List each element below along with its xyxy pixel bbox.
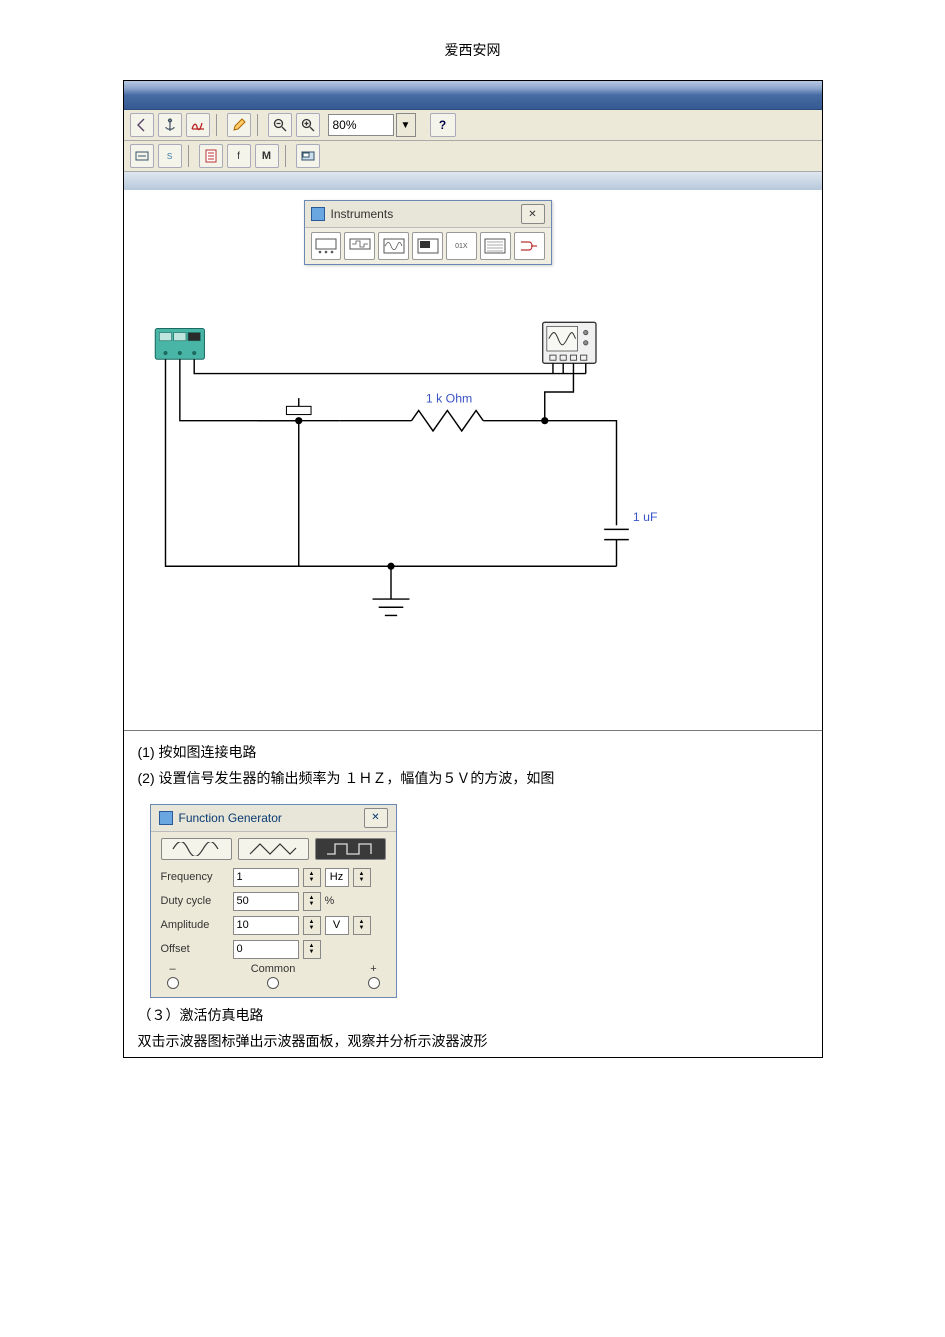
toolbar-separator xyxy=(216,114,221,136)
fg-duty-label: Duty cycle xyxy=(161,895,229,907)
fg-terminals: – Common + xyxy=(151,961,396,997)
toolbar-separator xyxy=(257,114,262,136)
wave-triangle-button[interactable] xyxy=(238,838,309,860)
spinner-icon[interactable]: ▲▼ xyxy=(303,892,321,911)
space-icon[interactable]: S xyxy=(158,144,182,168)
func-generator-symbol[interactable] xyxy=(155,328,204,359)
fg-terminal-plus[interactable]: + xyxy=(368,963,380,989)
fg-parameters: Frequency 1 ▲▼ Hz ▲▼ Duty cycle 50 ▲▼ % … xyxy=(151,864,396,961)
function-generator-dialog[interactable]: Function Generator ✕ Frequency 1 ▲▼ xyxy=(150,804,397,998)
fg-offset-label: Offset xyxy=(161,943,229,955)
instruments-body: 01X xyxy=(305,228,551,264)
fg-amp-label: Amplitude xyxy=(161,919,229,931)
fg-duty-input[interactable]: 50 xyxy=(233,892,299,911)
tabm-icon[interactable]: M xyxy=(255,144,279,168)
fg-plus-label: + xyxy=(370,963,376,975)
fg-waveform-row xyxy=(151,832,396,864)
spinner-icon[interactable]: ▲▼ xyxy=(353,916,371,935)
page-header: 爱西安网 xyxy=(0,40,945,60)
schematic-canvas[interactable]: Instruments ✕ 01X xyxy=(124,190,822,730)
radio-icon[interactable] xyxy=(167,977,179,989)
spinner-icon[interactable]: ▲▼ xyxy=(303,940,321,959)
fg-offset-input[interactable]: 0 xyxy=(233,940,299,959)
wave-square-button[interactable] xyxy=(315,838,386,860)
toolbar-separator xyxy=(188,145,193,167)
fg-freq-label: Frequency xyxy=(161,871,229,883)
edit-icon[interactable] xyxy=(227,113,251,137)
close-icon[interactable]: ✕ xyxy=(521,204,545,224)
wave-sine-button[interactable] xyxy=(161,838,232,860)
radio-icon[interactable] xyxy=(368,977,380,989)
instrument-multimeter[interactable] xyxy=(311,232,342,260)
toolbar-row-2: S f M xyxy=(124,141,822,172)
instrument-bode[interactable] xyxy=(412,232,443,260)
fg-title-text: Function Generator xyxy=(179,811,282,825)
fg-freq-unit[interactable]: Hz xyxy=(325,868,349,887)
toolbar-band xyxy=(124,172,822,190)
step-2: (2) 设置信号发生器的输出频率为 １ＨＺ，幅值为５Ｖ的方波，如图 xyxy=(138,767,808,789)
palette-icon xyxy=(311,207,325,221)
nav-back-icon[interactable] xyxy=(130,113,154,137)
fg-amp-input[interactable]: 10 xyxy=(233,916,299,935)
fg-amp-unit[interactable]: V xyxy=(325,916,349,935)
step-1: (1) 按如图连接电路 xyxy=(138,741,808,763)
zoom-in-icon[interactable] xyxy=(296,113,320,137)
fg-terminal-minus[interactable]: – xyxy=(167,963,179,989)
instruments-palette[interactable]: Instruments ✕ 01X xyxy=(304,200,552,265)
fg-minus-label: – xyxy=(169,963,175,975)
zoom-value[interactable]: 80% xyxy=(328,114,394,136)
fg-terminal-common[interactable]: Common xyxy=(251,963,296,989)
app-titlebar xyxy=(124,81,822,110)
instrument-func-gen[interactable] xyxy=(344,232,375,260)
sheet-icon[interactable] xyxy=(199,144,223,168)
capacitor-symbol[interactable] xyxy=(604,529,629,539)
instruction-text: (1) 按如图连接电路 (2) 设置信号发生器的输出频率为 １ＨＺ，幅值为５Ｖ的… xyxy=(124,731,822,800)
fg-title-icon xyxy=(159,811,173,825)
fg-titlebar[interactable]: Function Generator ✕ xyxy=(151,805,396,832)
schematic-drawing: 1 k Ohm 1 uF xyxy=(134,310,812,720)
resistor-symbol[interactable] xyxy=(411,410,483,431)
anchor-icon[interactable] xyxy=(158,113,182,137)
instrument-logic-conv[interactable] xyxy=(514,232,545,260)
spinner-icon[interactable]: ▲▼ xyxy=(303,916,321,935)
instrument-oscilloscope[interactable] xyxy=(378,232,409,260)
zoom-combo[interactable]: 80% ▼ xyxy=(328,113,416,137)
step-4: 双击示波器图标弹出示波器面板，观察并分析示波器波形 xyxy=(138,1030,808,1052)
spinner-icon[interactable]: ▲▼ xyxy=(353,868,371,887)
instrument-word-gen[interactable] xyxy=(480,232,511,260)
capacitor-label: 1 uF xyxy=(632,510,657,524)
step-3: （３）激活仿真电路 xyxy=(138,1004,808,1026)
fg-duty-unit: % xyxy=(325,895,349,907)
toolbar-separator xyxy=(285,145,290,167)
instruments-titlebar[interactable]: Instruments ✕ xyxy=(305,201,551,228)
fg-freq-input[interactable]: 1 xyxy=(233,868,299,887)
help-button[interactable]: ? xyxy=(430,113,456,137)
radio-icon[interactable] xyxy=(267,977,279,989)
close-icon[interactable]: ✕ xyxy=(364,808,388,828)
instrument-icon[interactable] xyxy=(296,144,320,168)
chevron-down-icon[interactable]: ▼ xyxy=(396,113,416,137)
app-window: 80% ▼ ? S f M xyxy=(124,81,822,731)
toolbar-row-1: 80% ▼ ? xyxy=(124,110,822,141)
graph-icon[interactable] xyxy=(186,113,210,137)
fg-common-label: Common xyxy=(251,963,296,975)
instrument-logic[interactable]: 01X xyxy=(446,232,477,260)
zoom-out-icon[interactable] xyxy=(268,113,292,137)
ground-symbol xyxy=(372,566,409,615)
document-frame: 80% ▼ ? S f M xyxy=(123,80,823,1058)
resistor-label: 1 k Ohm xyxy=(425,391,471,405)
scroll-icon[interactable] xyxy=(130,144,154,168)
instruments-title: Instruments xyxy=(331,207,394,221)
spinner-icon[interactable]: ▲▼ xyxy=(303,868,321,887)
oscilloscope-symbol[interactable] xyxy=(542,322,595,363)
tabf-icon[interactable]: f xyxy=(227,144,251,168)
